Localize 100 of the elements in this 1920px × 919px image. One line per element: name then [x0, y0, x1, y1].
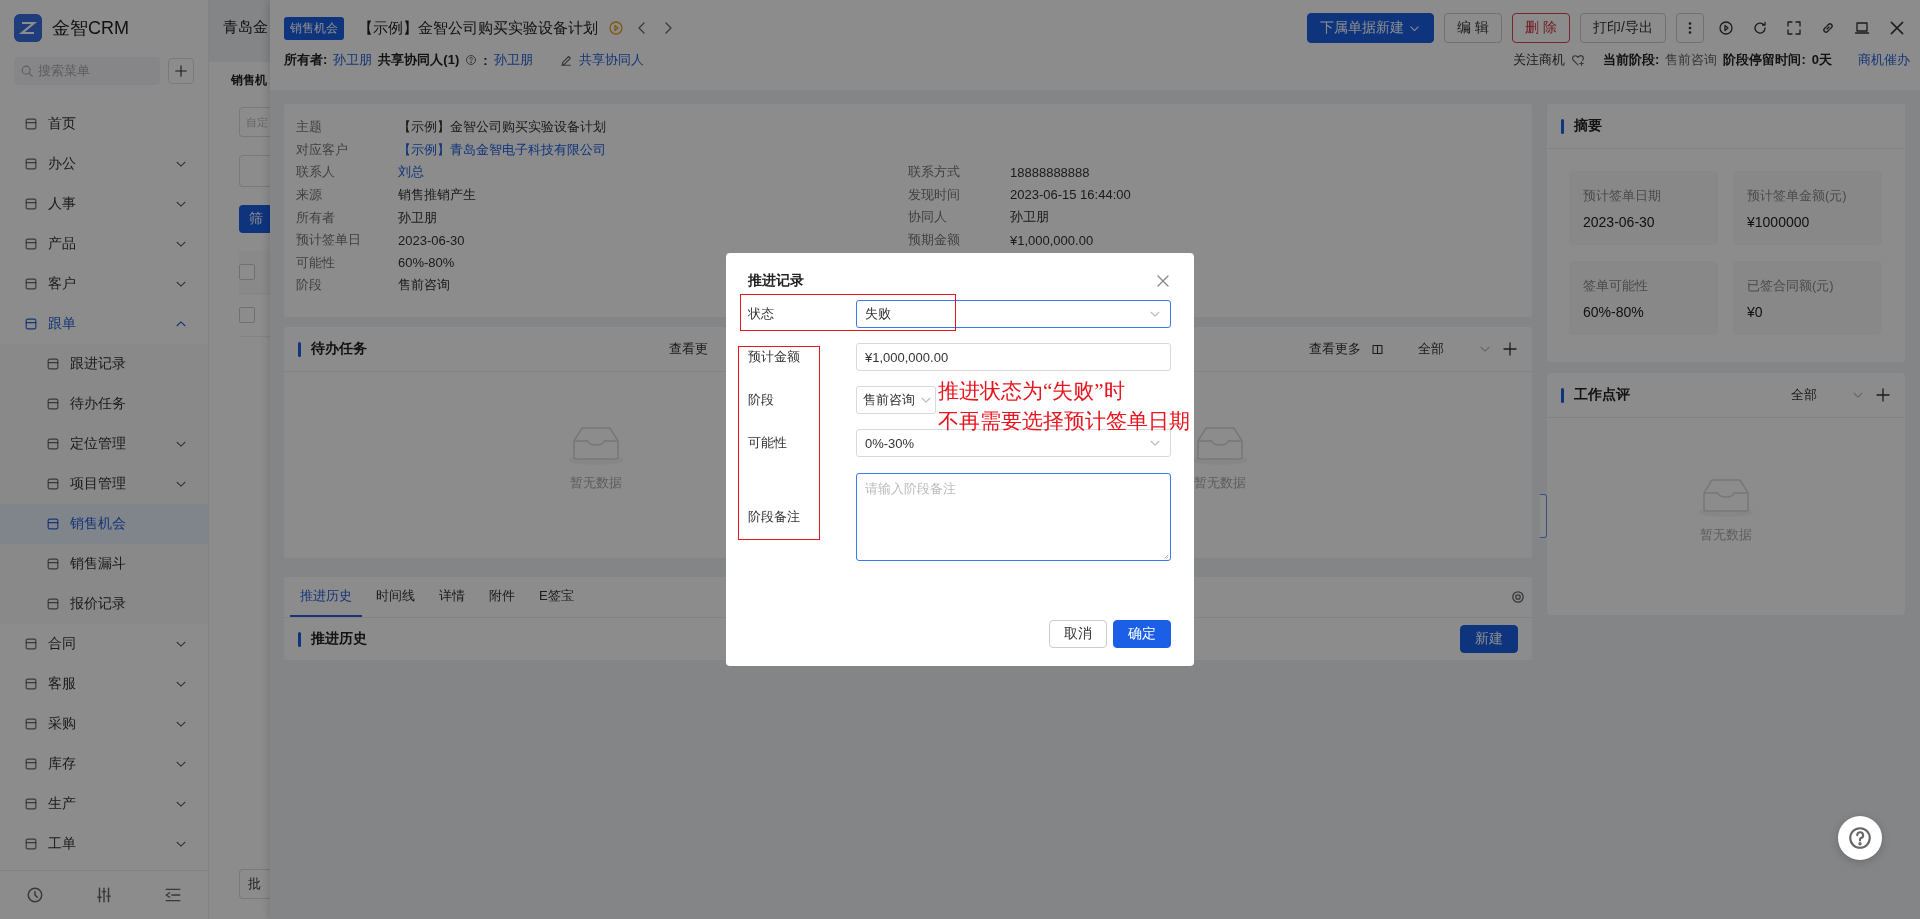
book-icon [1371, 342, 1384, 356]
stat-value: ¥0 [1747, 304, 1764, 320]
record-title: 【示例】金智公司购买实验设备计划 [358, 18, 598, 38]
heart-plus-icon[interactable] [1571, 53, 1586, 67]
field-label: 阶段备注 [748, 508, 801, 526]
stat-value: 60%-80% [1583, 304, 1645, 320]
follow-label[interactable]: 关注商机 [1513, 51, 1566, 69]
plus-icon [174, 64, 188, 78]
square-icon [24, 637, 38, 651]
field-value: 2023-06-30 [398, 232, 465, 248]
collapse-menu-icon[interactable] [164, 886, 183, 904]
play-circle-icon[interactable] [1718, 20, 1734, 36]
menu-item[interactable]: 首页 [0, 104, 208, 144]
urge-link[interactable]: 商机催办 [1858, 51, 1910, 69]
help-icon [465, 54, 478, 66]
square-icon [24, 317, 38, 331]
question-icon [1847, 825, 1873, 851]
menu-item[interactable]: 工单 [0, 824, 208, 864]
logo-icon [14, 14, 42, 42]
cancel-button[interactable]: 取消 [1049, 620, 1107, 648]
owner-label: 所有者: [284, 51, 328, 69]
square-icon [24, 197, 38, 211]
stat-value: 2023-06-30 [1583, 214, 1656, 230]
fullscreen-icon[interactable] [1786, 20, 1802, 36]
search-icon [20, 64, 34, 78]
field-label: 主题 [296, 118, 323, 137]
panel-title: 待办任务 [311, 340, 367, 358]
field-label: 所有者 [296, 208, 336, 227]
confirm-button[interactable]: 确定 [1113, 620, 1171, 648]
filter-select[interactable]: 全部 [1791, 386, 1865, 404]
section-title: 推进历史 [311, 630, 367, 648]
field-value[interactable]: 【示例】青岛金智电子科技有限公司 [398, 140, 606, 159]
sliders-icon[interactable] [95, 886, 113, 904]
field-label: 联系方式 [908, 163, 961, 182]
field-value: ¥1,000,000.00 [1010, 232, 1094, 248]
action-button[interactable]: 下属单据新建 [1307, 13, 1435, 43]
menu-item[interactable]: 办公 [0, 144, 208, 184]
brand-name: 金智CRM [52, 17, 129, 40]
refresh-icon[interactable] [1752, 20, 1768, 36]
link-icon[interactable] [1820, 20, 1836, 36]
share-link[interactable]: 共享协同人 [578, 51, 644, 69]
menu-item[interactable]: 跟单 [0, 304, 208, 344]
menu-item[interactable]: 销售机会 [0, 504, 208, 544]
close-icon[interactable] [1888, 19, 1906, 37]
action-button[interactable]: 删 除 [1512, 13, 1571, 43]
more-link[interactable]: 查看更 [669, 340, 708, 358]
field-value[interactable]: 刘总 [398, 163, 424, 182]
menu-item[interactable]: 库存 [0, 744, 208, 784]
square-icon [24, 837, 38, 851]
field-label: 可能性 [296, 253, 336, 272]
more-link[interactable]: 查看更多 [1309, 340, 1361, 358]
square-icon [46, 397, 60, 411]
plus-icon[interactable] [1502, 341, 1518, 357]
filter-select[interactable]: 全部 [1418, 340, 1492, 358]
filter-button[interactable]: 筛 [239, 205, 270, 233]
menu-item[interactable]: 客户 [0, 264, 208, 304]
owner-link[interactable]: 孙卫朋 [333, 51, 373, 69]
square-icon [46, 477, 60, 491]
checkbox[interactable] [239, 264, 255, 280]
menu-item[interactable]: 采购 [0, 704, 208, 744]
tab[interactable]: E签宝 [529, 577, 584, 617]
plus-icon[interactable] [1875, 387, 1891, 403]
close-icon[interactable] [1155, 273, 1171, 289]
square-icon [46, 357, 60, 371]
menu-item[interactable]: 生产 [0, 784, 208, 824]
input-field[interactable]: ¥1,000,000.00 [856, 343, 1171, 371]
annotation-text: 推进状态为“失败”时 [938, 378, 1125, 405]
section-title: 销售机 [231, 72, 268, 89]
history-icon[interactable] [25, 886, 44, 904]
field-label: 阶段 [296, 276, 323, 295]
square-icon [24, 757, 38, 771]
field-label: 阶段 [748, 391, 775, 409]
field-value: 孙卫朋 [398, 208, 437, 227]
sharer-link[interactable]: 孙卫朋 [493, 51, 533, 69]
square-icon [24, 277, 38, 291]
collapse-handle[interactable] [1540, 494, 1547, 538]
menu-item[interactable]: 客服 [0, 664, 208, 704]
menu-item[interactable]: 产品 [0, 224, 208, 264]
edit-icon[interactable] [558, 53, 573, 67]
field-label: 发现时间 [908, 185, 961, 204]
action-button[interactable]: 打印/导出 [1580, 13, 1666, 43]
checkbox[interactable] [239, 307, 255, 323]
laptop-icon[interactable] [1854, 20, 1870, 36]
select-field[interactable]: 失败 [856, 300, 1171, 328]
tab[interactable]: 附件 [479, 577, 525, 617]
field-value: 【示例】金智公司购买实验设备计划 [398, 118, 606, 137]
action-button[interactable]: 编 辑 [1444, 13, 1503, 43]
field-label: 可能性 [748, 434, 788, 452]
menu-item[interactable]: 人事 [0, 184, 208, 224]
tab[interactable]: 详情 [429, 577, 475, 617]
square-icon [24, 157, 38, 171]
field-label: 预计金额 [748, 348, 801, 366]
select-field[interactable]: 售前咨询 [856, 386, 936, 414]
tab[interactable]: 时间线 [366, 577, 425, 617]
tab[interactable]: 推进历史 [290, 577, 362, 617]
menu-item[interactable]: 合同 [0, 624, 208, 664]
add-button[interactable] [168, 58, 194, 84]
settings-icon[interactable] [1510, 589, 1526, 605]
new-button[interactable]: 新建 [1460, 625, 1518, 653]
stat-label: 预计签单金额(元) [1747, 187, 1848, 205]
